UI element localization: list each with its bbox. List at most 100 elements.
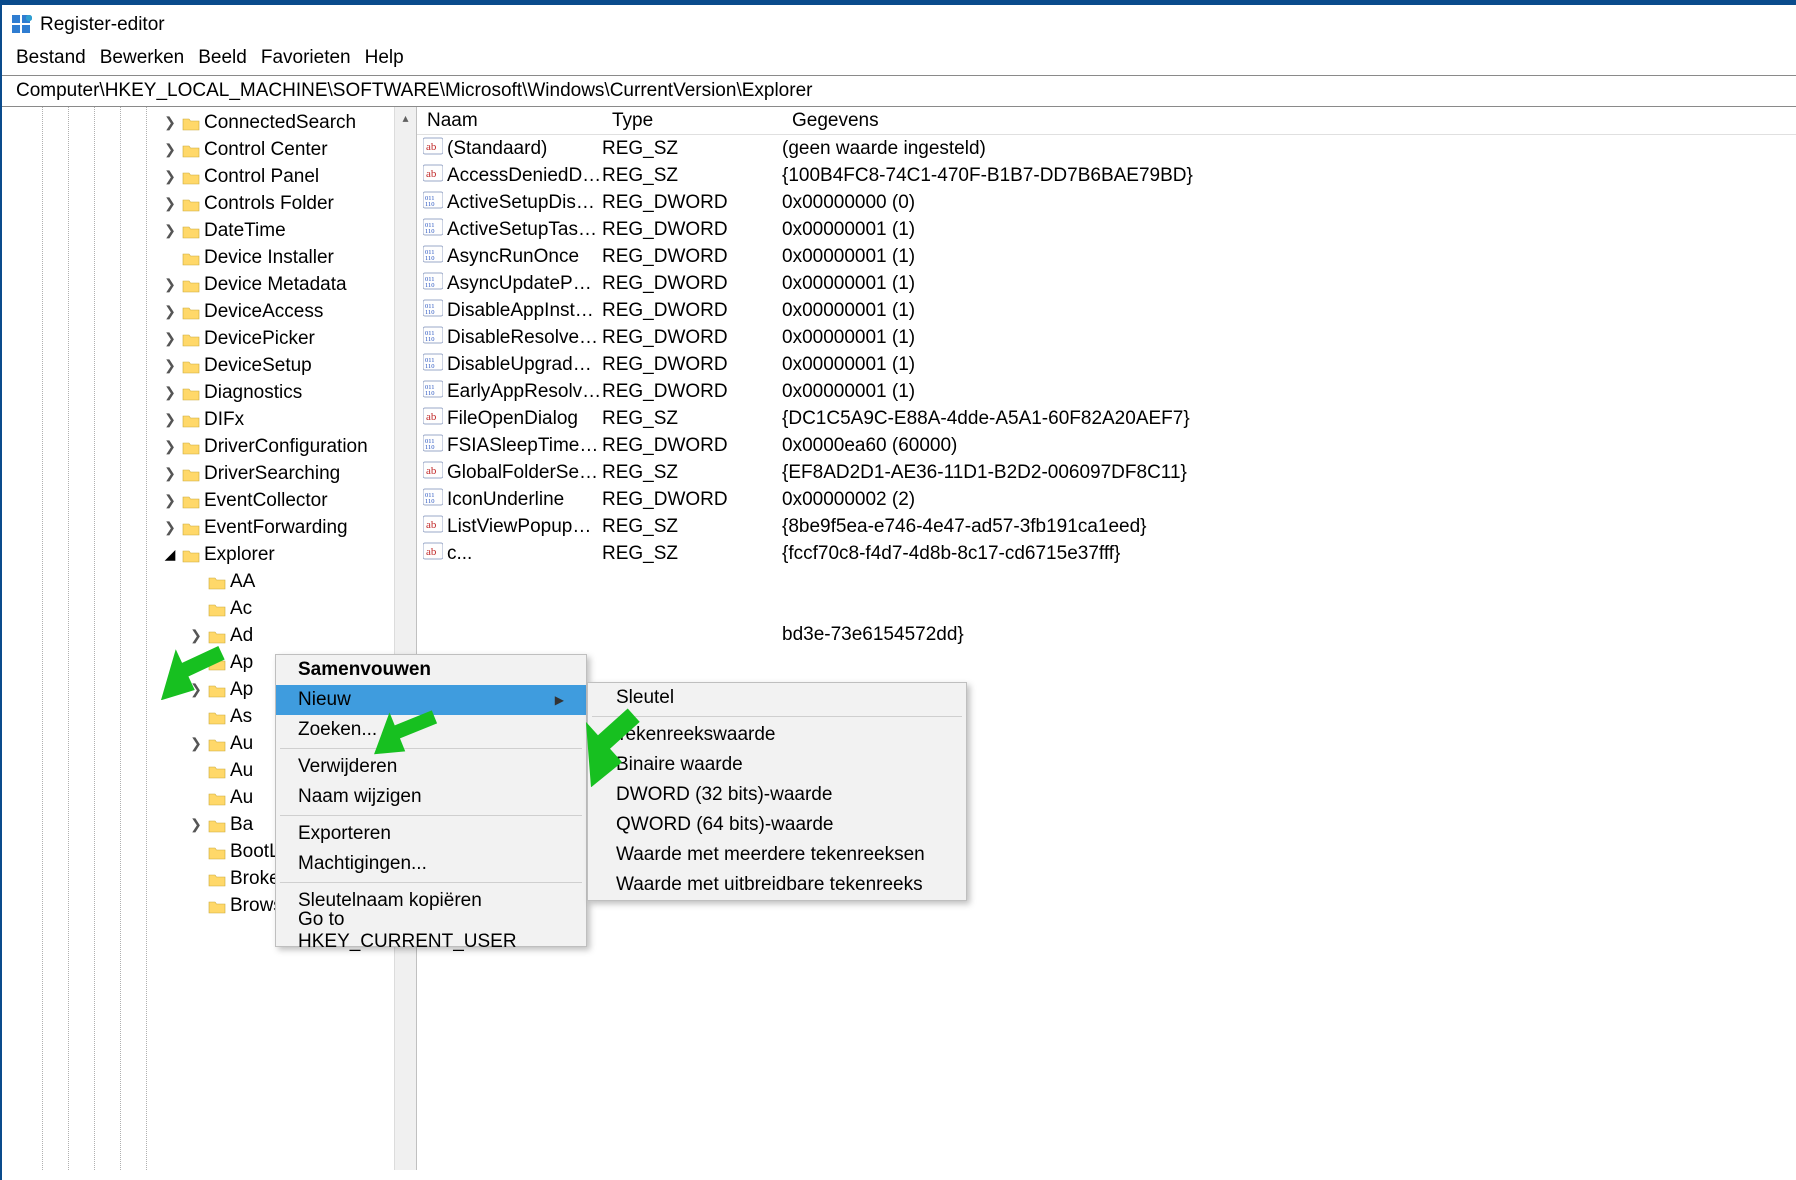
menu-bestand[interactable]: Bestand [16,47,86,69]
value-data: bd3e-73e6154572dd} [782,624,1796,646]
tree-item[interactable]: ❯EventCollector [2,487,416,514]
folder-icon [182,277,200,292]
context-menu-item[interactable]: Exporteren [276,819,586,849]
menu-favorieten[interactable]: Favorieten [261,47,351,69]
value-row[interactable]: DisableAppInstall...REG_DWORD0x00000001 … [417,297,1796,324]
address-bar[interactable]: Computer\HKEY_LOCAL_MACHINE\SOFTWARE\Mic… [2,75,1796,107]
value-row[interactable]: EarlyAppResolver...REG_DWORD0x00000001 (… [417,378,1796,405]
folder-icon [208,601,226,616]
tree-item[interactable]: Device Installer [2,244,416,271]
chevron-right-icon[interactable]: ❯ [188,735,204,752]
value-row[interactable]: bd3e-73e6154572dd} [417,621,1796,648]
value-name: AsyncRunOnce [447,246,602,268]
value-row[interactable]: IconUnderlineREG_DWORD0x00000002 (2) [417,486,1796,513]
value-row[interactable]: DisableResolveSt...REG_DWORD0x00000001 (… [417,324,1796,351]
tree-item-label: DevicePicker [204,328,315,350]
value-row[interactable]: DisableUpgradeC...REG_DWORD0x00000001 (1… [417,351,1796,378]
context-menu-item[interactable]: Waarde met meerdere tekenreeksen [588,840,966,870]
value-row[interactable]: GlobalFolderSetti...REG_SZ{EF8AD2D1-AE36… [417,459,1796,486]
chevron-right-icon[interactable]: ❯ [162,195,178,212]
tree-item[interactable]: ❯Controls Folder [2,190,416,217]
chevron-right-icon[interactable]: ❯ [162,303,178,320]
chevron-right-icon[interactable]: ❯ [162,465,178,482]
tree-item[interactable]: ❯Control Panel [2,163,416,190]
chevron-right-icon[interactable]: ❯ [162,519,178,536]
chevron-down-icon[interactable]: ◢ [162,546,178,563]
chevron-right-icon[interactable]: ❯ [188,816,204,833]
chevron-right-icon[interactable]: ❯ [162,114,178,131]
value-row[interactable]: ActiveSetupDisa...REG_DWORD0x00000000 (0… [417,189,1796,216]
value-type: REG_DWORD [602,354,782,376]
value-type: REG_DWORD [602,219,782,241]
tree-item[interactable]: ❯DateTime [2,217,416,244]
dword-value-icon [423,271,447,297]
context-menu-label: Waarde met uitbreidbare tekenreeks [616,874,923,896]
chevron-right-icon[interactable]: ❯ [162,384,178,401]
value-row[interactable]: ActiveSetupTask...REG_DWORD0x00000001 (1… [417,216,1796,243]
tree-item[interactable]: ❯ConnectedSearch [2,109,416,136]
tree-item[interactable]: ❯DeviceAccess [2,298,416,325]
value-type: REG_SZ [602,408,782,430]
context-menu-item[interactable]: Go to HKEY_CURRENT_USER [276,916,586,946]
tree-item[interactable]: ❯Device Metadata [2,271,416,298]
context-menu-label: Machtigingen... [298,853,427,875]
context-menu-item[interactable]: Naam wijzigen [276,782,586,812]
tree-item[interactable]: AA [2,568,416,595]
value-row[interactable]: AsyncRunOnceREG_DWORD0x00000001 (1) [417,243,1796,270]
value-type: REG_DWORD [602,327,782,349]
value-row[interactable]: c...REG_SZ{fccf70c8-f4d7-4d8b-8c17-cd671… [417,540,1796,567]
chevron-right-icon[interactable]: ❯ [162,357,178,374]
tree-item[interactable]: ❯ DevicePicker [2,325,416,352]
tree-scrollbar[interactable]: ▴ [394,107,416,1170]
tree-item[interactable]: ◢Explorer [2,541,416,568]
value-name: FSIASleepTimeIn... [447,435,602,457]
value-name: ListViewPopupCo... [447,516,602,538]
chevron-right-icon[interactable]: ❯ [162,141,178,158]
context-menu-item[interactable]: QWORD (64 bits)-waarde [588,810,966,840]
chevron-right-icon[interactable]: ❯ [162,276,178,293]
value-row[interactable]: (Standaard)REG_SZ(geen waarde ingesteld) [417,135,1796,162]
context-menu-item[interactable]: Samenvouwen [276,655,586,685]
tree-item[interactable]: ❯ DriverSearching [2,460,416,487]
tree-item-label: AA [230,571,255,593]
context-menu-item[interactable]: Machtigingen... [276,849,586,879]
value-row[interactable]: ListViewPopupCo...REG_SZ{8be9f5ea-e746-4… [417,513,1796,540]
tree-item[interactable]: ❯EventForwarding [2,514,416,541]
folder-icon [182,466,200,481]
chevron-right-icon[interactable]: ❯ [162,222,178,239]
context-menu-item[interactable]: Waarde met uitbreidbare tekenreeks [588,870,966,900]
col-type[interactable]: Type [602,110,782,132]
content-area: ❯ConnectedSearch❯Control Center❯Control … [2,107,1796,1170]
value-row[interactable]: AsyncUpdatePCS...REG_DWORD0x00000001 (1) [417,270,1796,297]
values-list: (Standaard)REG_SZ(geen waarde ingesteld)… [417,135,1796,648]
menu-bewerken[interactable]: Bewerken [100,47,185,69]
tree-item[interactable]: ❯Control Center [2,136,416,163]
chevron-right-icon[interactable]: ❯ [162,168,178,185]
chevron-right-icon[interactable]: ❯ [162,330,178,347]
chevron-right-icon[interactable]: ❯ [162,411,178,428]
value-row[interactable]: FileOpenDialogREG_SZ{DC1C5A9C-E88A-4dde-… [417,405,1796,432]
values-header: Naam Type Gegevens [417,107,1796,135]
col-name[interactable]: Naam [417,110,602,132]
dword-value-icon [423,325,447,351]
tree-item[interactable]: ❯ DIFx [2,406,416,433]
tree-item[interactable]: ❯DriverConfiguration [2,433,416,460]
tree-item-label: DriverSearching [204,463,340,485]
folder-icon [208,763,226,778]
tree-item[interactable]: ❯DeviceSetup [2,352,416,379]
chevron-right-icon[interactable]: ❯ [162,492,178,509]
folder-icon [182,304,200,319]
chevron-right-icon[interactable]: ❯ [162,438,178,455]
submenu-arrow-icon: ▶ [555,693,564,707]
menu-help[interactable]: Help [365,47,404,69]
scroll-up-icon[interactable]: ▴ [395,107,416,129]
tree-item-label: DIFx [204,409,244,431]
value-row[interactable]: FSIASleepTimeIn...REG_DWORD0x0000ea60 (6… [417,432,1796,459]
tree-item[interactable]: ❯Diagnostics [2,379,416,406]
menu-beeld[interactable]: Beeld [198,47,247,69]
col-data[interactable]: Gegevens [782,110,1796,132]
folder-icon [208,790,226,805]
tree-item[interactable]: Ac [2,595,416,622]
value-row[interactable]: AccessDeniedDia...REG_SZ{100B4FC8-74C1-4… [417,162,1796,189]
value-name: IconUnderline [447,489,602,511]
